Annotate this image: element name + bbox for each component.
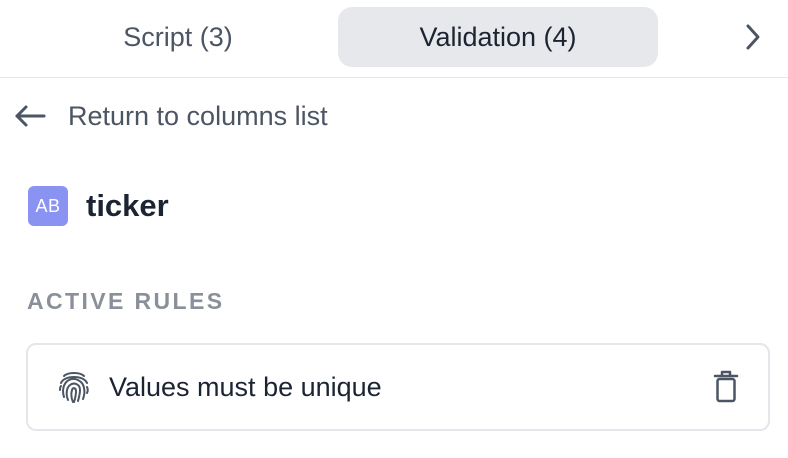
tab-script-label: Script (3) — [123, 21, 233, 52]
tab-validation[interactable]: Validation (4) — [338, 7, 658, 67]
rule-card: Values must be unique — [26, 343, 770, 431]
chevron-right-icon — [746, 24, 760, 50]
column-name: ticker — [86, 188, 169, 223]
column-header: AB ticker — [28, 183, 169, 229]
column-type-badge: AB — [28, 186, 68, 226]
delete-rule-button[interactable] — [708, 367, 744, 407]
tab-script[interactable]: Script (3) — [18, 7, 338, 67]
tabs-next-button[interactable] — [718, 7, 788, 67]
fingerprint-icon — [59, 372, 89, 403]
tab-bar: Script (3) Validation (4) — [0, 0, 788, 78]
active-rules-heading: ACTIVE RULES — [27, 288, 225, 314]
return-to-columns-link[interactable]: Return to columns list — [12, 92, 328, 140]
arrow-left-icon — [15, 105, 46, 127]
trash-icon — [713, 370, 739, 403]
return-to-columns-label: Return to columns list — [68, 100, 328, 131]
rule-label: Values must be unique — [109, 371, 382, 402]
tab-validation-label: Validation (4) — [419, 21, 577, 52]
